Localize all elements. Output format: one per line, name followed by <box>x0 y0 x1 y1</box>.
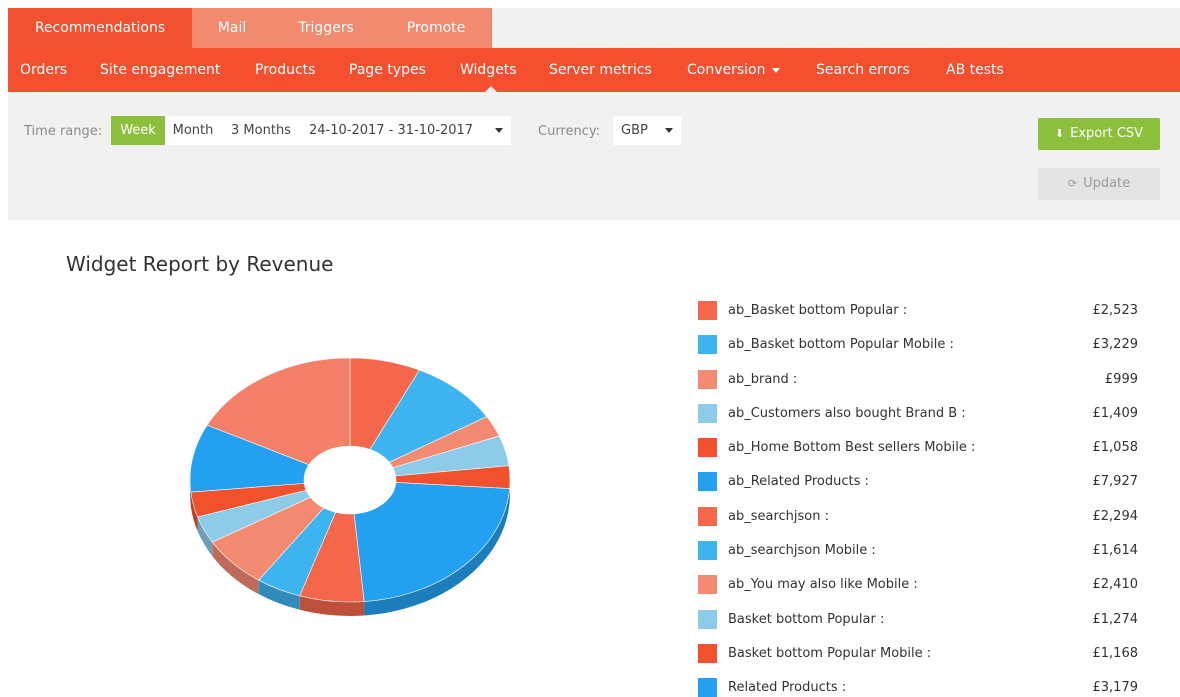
download-icon: ⬇ <box>1054 127 1065 140</box>
donut-hole <box>304 446 396 514</box>
legend-value: £2,410 <box>1092 577 1139 593</box>
range-month-button[interactable]: Month <box>165 116 221 145</box>
app-frame: Recommendations Mail Triggers Promote Or… <box>8 8 1180 697</box>
nav-item-orders[interactable]: Orders <box>20 48 67 92</box>
legend-swatch <box>698 403 717 423</box>
currency-label: Currency: <box>538 124 601 139</box>
legend-value: £7,927 <box>1092 474 1139 490</box>
legend-value: £1,058 <box>1092 440 1139 456</box>
legend-label: ab_Related Products : <box>728 474 869 490</box>
legend-item[interactable]: ab_Home Bottom Best sellers Mobile : £1,0… <box>698 437 1138 471</box>
legend-value: £3,229 <box>1092 337 1139 353</box>
chevron-down-icon <box>771 67 780 73</box>
legend-value: £999 <box>1104 371 1138 387</box>
nav-item-conversion[interactable]: Conversion <box>687 48 780 92</box>
filter-toolbar: Time range: Week Month 3 Months 24-10-20… <box>8 92 1180 220</box>
legend-item[interactable]: Basket bottom Popular : £1,274 <box>698 609 1138 643</box>
legend-item[interactable]: ab_You may also like Mobile : £2,410 <box>698 574 1138 608</box>
time-range-label: Time range: <box>24 124 103 139</box>
chart-legend: ab_Basket bottom Popular : £2,523 ab_Baske… <box>698 300 1138 697</box>
legend-label: ab_Basket bottom Popular : <box>728 303 908 318</box>
legend-swatch <box>698 301 717 320</box>
legend-label: Related Products : <box>728 680 847 696</box>
update-label: Update <box>1083 176 1131 191</box>
nav-item-ab-tests[interactable]: AB tests <box>946 48 1004 92</box>
range-3-months-button[interactable]: 3 Months <box>221 116 301 145</box>
legend-swatch <box>698 609 717 629</box>
currency-value: GBP <box>621 123 648 138</box>
range-week-button[interactable]: Week <box>111 116 165 145</box>
legend-label: Basket bottom Popular : <box>728 611 885 627</box>
legend-value: £2,523 <box>1092 303 1139 318</box>
legend-item[interactable]: ab_Basket bottom Popular Mobile : £3,229 <box>698 334 1138 368</box>
legend-swatch <box>698 575 717 595</box>
legend-swatch <box>698 369 717 389</box>
export-csv-label: Export CSV <box>1070 126 1144 141</box>
legend-swatch <box>698 678 717 697</box>
legend-item[interactable]: ab_Related Products : £7,927 <box>698 471 1138 505</box>
update-button[interactable]: ⟳ Update <box>1038 168 1160 200</box>
tab-mail[interactable]: Mail <box>192 8 272 48</box>
report-panel: Widget Report by Revenue ab_Basket botto… <box>8 220 1180 697</box>
legend-value: £1,168 <box>1092 645 1139 661</box>
caret-down-icon <box>665 128 673 133</box>
nav-item-page-types[interactable]: Page types <box>349 48 426 92</box>
caret-down-icon <box>495 128 503 133</box>
legend-label: Basket bottom Popular Mobile : <box>728 645 932 661</box>
legend-label: ab_searchjson Mobile : <box>728 543 876 559</box>
legend-item[interactable]: ab_searchjson Mobile : £1,614 <box>698 540 1138 574</box>
refresh-icon: ⟳ <box>1067 177 1078 190</box>
legend-label: ab_Home Bottom Best sellers Mobile : <box>728 440 976 456</box>
currency-select[interactable]: GBP <box>613 116 681 145</box>
legend-item[interactable]: ab_brand : £999 <box>698 369 1138 403</box>
chart-title: Widget Report by Revenue <box>66 252 334 276</box>
nav-item-server-metrics[interactable]: Server metrics <box>549 48 652 92</box>
legend-swatch <box>698 472 717 492</box>
tab-recommendations[interactable]: Recommendations <box>8 8 192 48</box>
export-csv-button[interactable]: ⬇ Export CSV <box>1038 118 1160 150</box>
legend-swatch <box>698 506 717 526</box>
legend-label: ab_searchjson : <box>728 508 829 524</box>
legend-item[interactable]: ab_Customers also bought Brand B : £1,409 <box>698 403 1138 437</box>
product-tabs: Recommendations Mail Triggers Promote <box>8 8 1180 48</box>
legend-value: £1,274 <box>1092 611 1139 627</box>
legend-swatch <box>698 335 717 355</box>
legend-label: ab_Basket bottom Popular Mobile : <box>728 337 954 353</box>
nav-item-search-errors[interactable]: Search errors <box>816 48 910 92</box>
legend-item[interactable]: Related Products : £3,179 <box>698 677 1138 697</box>
tab-triggers[interactable]: Triggers <box>272 8 380 48</box>
legend-item[interactable]: Basket bottom Popular Mobile : £1,168 <box>698 643 1138 677</box>
nav-item-site-engagement[interactable]: Site engagement <box>100 48 220 92</box>
legend-value: £2,294 <box>1092 508 1139 524</box>
date-range-value: 24-10-2017 - 31-10-2017 <box>309 123 474 138</box>
tab-promote[interactable]: Promote <box>380 8 492 48</box>
legend-item[interactable]: ab_searchjson : £2,294 <box>698 506 1138 540</box>
legend-label: ab_Customers also bought Brand B : <box>728 405 966 421</box>
legend-value: £1,614 <box>1092 543 1139 559</box>
legend-swatch <box>698 541 717 561</box>
legend-item[interactable]: ab_Basket bottom Popular : £2,523 <box>698 300 1138 334</box>
nav-item-products[interactable]: Products <box>255 48 315 92</box>
legend-label: ab_You may also like Mobile : <box>728 577 918 593</box>
report-nav: Orders Site engagement Products Page typ… <box>8 48 1180 92</box>
legend-swatch <box>698 643 717 663</box>
legend-label: ab_brand : <box>728 371 798 387</box>
legend-swatch <box>698 438 717 458</box>
revenue-donut-chart <box>189 357 511 616</box>
nav-item-conversion-label: Conversion <box>687 62 766 78</box>
date-range-select[interactable]: 24-10-2017 - 31-10-2017 <box>301 116 511 145</box>
legend-value: £1,409 <box>1092 405 1139 421</box>
legend-value: £3,179 <box>1092 680 1139 696</box>
